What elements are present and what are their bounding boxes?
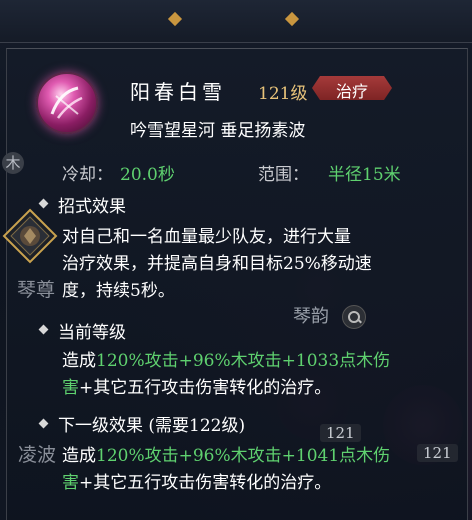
skill-icon [36, 72, 98, 134]
effect-line: 对自己和一名血量最少队友，进行大量 [62, 227, 351, 247]
range-value: 半径15米 [328, 165, 401, 185]
wood-element-icon: 木 [2, 152, 24, 174]
side-skill-icon[interactable] [0, 206, 60, 266]
text-segment: 造成 [62, 446, 96, 466]
skill-type-label: 治疗 [335, 82, 368, 101]
top-bar [0, 0, 472, 43]
next-line-2: 害+其它五行攻击伤害转化的治疗。 [62, 470, 442, 497]
effect-description: 对自己和一名血量最少队友，进行大量 治疗效果，并提高自身和目标25%移动速 度，… [62, 224, 442, 305]
level-badge: 121 [320, 424, 361, 442]
text-segment: +其它五行攻击伤害转化的治疗。 [79, 473, 332, 493]
current-line-2: 害+其它五行攻击伤害转化的治疗。 [62, 375, 442, 402]
next-level-description: 造成120%攻击+96%木攻击+1041点木伤 害+其它五行攻击伤害转化的治疗。 [62, 443, 442, 497]
current-level-description: 造成120%攻击+96%木攻击+1033点木伤 害+其它五行攻击伤害转化的治疗。 [62, 348, 442, 402]
cooldown-value: 20.0秒 [120, 165, 175, 185]
next-level-title: 下一级效果 (需要122级) [58, 416, 246, 436]
side-label-qinzun: 琴尊 [17, 279, 56, 301]
skill-subtitle: 吟雪望星河 垂足扬素波 [130, 121, 306, 141]
text-segment: 害 [62, 473, 79, 493]
text-segment: 120%攻击+96%木攻击+1041点木伤 [96, 446, 391, 466]
cooldown-label: 冷却： [62, 165, 113, 185]
ornament-diamond-icon [167, 11, 183, 27]
current-line-1: 造成120%攻击+96%木攻击+1033点木伤 [62, 348, 442, 375]
text-segment: 造成 [62, 351, 96, 371]
game-ui-stage: 木 琴尊 凌波 琴韵 121 121 阳春白雪 121级 治疗 吟雪望星河 垂足… [0, 0, 472, 520]
side-label-lingbo: 凌波 [18, 444, 57, 466]
ornament-diamond-icon [284, 11, 300, 27]
range-label: 范围： [258, 165, 309, 185]
text-segment: +其它五行攻击伤害转化的治疗。 [79, 378, 332, 398]
qinyun-label: 琴韵 [293, 306, 329, 327]
effect-line: 度，持续5秒。 [62, 281, 175, 301]
search-icon[interactable] [342, 305, 366, 329]
effect-line: 治疗效果，并提高自身和目标25%移动速 [62, 254, 372, 274]
current-level-title: 当前等级 [58, 323, 126, 343]
text-segment: 120%攻击+96%木攻击+1033点木伤 [96, 351, 391, 371]
skill-name: 阳春白雪 [130, 80, 226, 104]
text-segment: 害 [62, 378, 79, 398]
effect-title: 招式效果 [58, 197, 126, 217]
next-line-1: 造成120%攻击+96%木攻击+1041点木伤 [62, 443, 442, 470]
skill-level: 121级 [258, 84, 308, 104]
